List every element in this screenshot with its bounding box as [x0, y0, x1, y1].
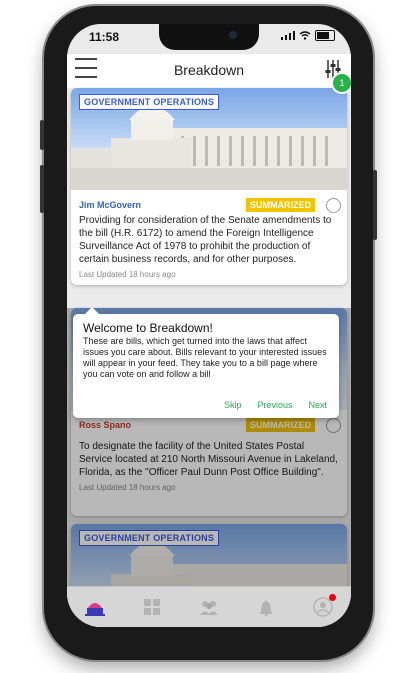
- last-updated: Last Updated 18 hours ago: [79, 270, 176, 279]
- notification-dot: [328, 594, 336, 601]
- status-time: 11:58: [89, 30, 120, 44]
- battery-icon: [315, 30, 335, 41]
- bill-card[interactable]: GOVERNMENT OPERATIONS Jim McGovern SUMMA…: [71, 88, 347, 285]
- onboarding-tooltip: Welcome to Breakdown! These are bills, w…: [73, 307, 339, 418]
- summarized-badge: SUMMARIZED: [246, 198, 315, 212]
- bill-summary: Providing for consideration of the Senat…: [79, 215, 332, 265]
- tooltip-title: Welcome to Breakdown!: [83, 321, 213, 335]
- next-button[interactable]: Next: [308, 400, 327, 410]
- wifi-icon: [299, 31, 311, 40]
- card-image: GOVERNMENT OPERATIONS: [71, 88, 347, 190]
- phone-side-button: [40, 165, 44, 213]
- select-radio[interactable]: [326, 198, 341, 213]
- profile-tab[interactable]: [312, 594, 336, 618]
- tab-bar: [67, 586, 351, 627]
- card-body: Jim McGovern SUMMARIZED Providing for co…: [71, 190, 347, 285]
- grid-icon[interactable]: [141, 596, 163, 618]
- camera-icon: [229, 31, 237, 39]
- capitol-icon[interactable]: [84, 596, 106, 618]
- screen: 11:58 Breakdown 1 GOVERNMENT OPERATIONS …: [67, 24, 351, 627]
- category-tag[interactable]: GOVERNMENT OPERATIONS: [79, 94, 220, 110]
- tooltip-actions: Skip Previous Next: [224, 400, 327, 410]
- tooltip-message: These are bills, which get turned into t…: [83, 336, 327, 379]
- status-icons: [281, 30, 335, 41]
- skip-button[interactable]: Skip: [224, 400, 242, 410]
- people-icon[interactable]: [198, 596, 220, 618]
- filter-count-badge: 1: [331, 72, 351, 94]
- bell-icon[interactable]: [255, 596, 277, 618]
- phone-side-button: [373, 170, 377, 240]
- page-title: Breakdown: [173, 62, 245, 78]
- previous-button[interactable]: Previous: [257, 400, 292, 410]
- notch: [159, 24, 259, 50]
- app-header: Breakdown: [67, 54, 351, 88]
- phone-side-button: [40, 120, 44, 150]
- signal-icon: [281, 31, 295, 40]
